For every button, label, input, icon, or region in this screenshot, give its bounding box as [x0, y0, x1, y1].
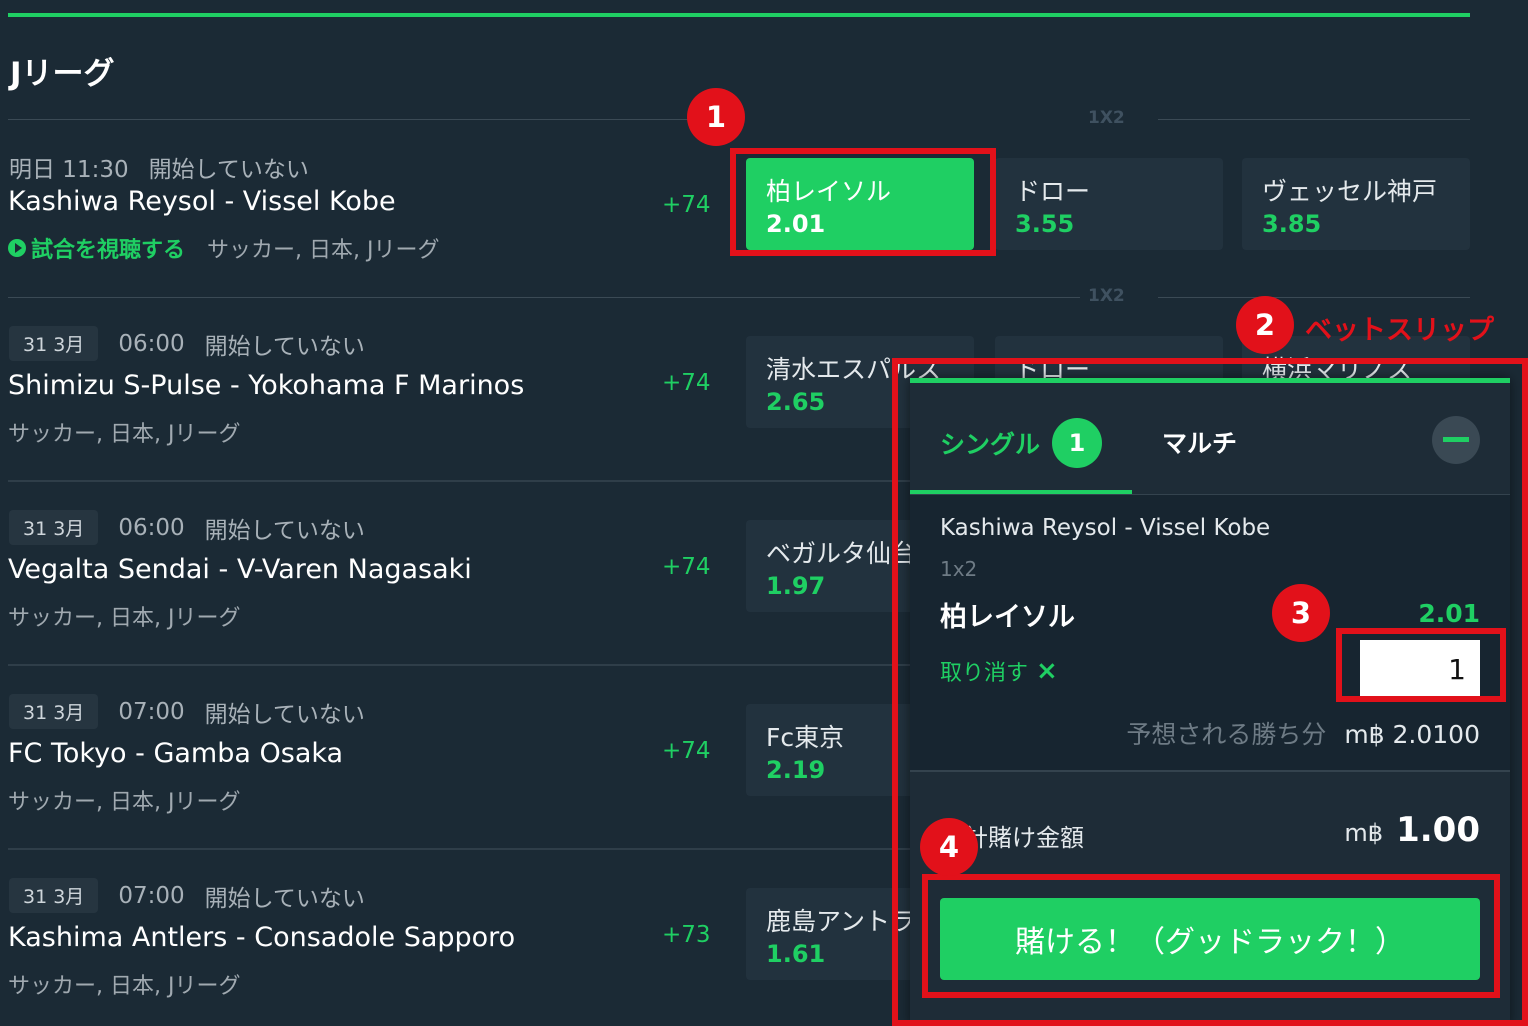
match-teams[interactable]: Kashima Antlers - Consadole Sapporo: [8, 922, 515, 953]
match-status: 開始していない: [204, 517, 365, 544]
odds-price: 3.85: [1262, 210, 1322, 238]
betslip-annotation-label: ベットスリップ: [1305, 315, 1494, 346]
odds-price: 2.01: [766, 210, 826, 238]
match-time: 06:00: [118, 330, 185, 357]
odds-button-home[interactable]: 柏レイソル 2.01: [746, 158, 974, 250]
match-date: 31 3月: [9, 326, 99, 361]
collapse-icon[interactable]: [1432, 416, 1480, 464]
match-teams[interactable]: Kashiwa Reysol - Vissel Kobe: [8, 186, 396, 217]
bet-odds: 2.01: [1418, 599, 1480, 628]
match-category: サッカー, 日本, Jリーグ: [8, 422, 241, 447]
match-time: 07:00: [118, 698, 185, 725]
match-date: 31 3月: [9, 694, 99, 729]
top-accent-line: [8, 13, 1470, 17]
match-time: 07:00: [118, 882, 185, 909]
match-date: 明日 11:30: [9, 157, 129, 183]
play-icon: [8, 239, 26, 257]
match-category: サッカー, 日本, Jリーグ: [207, 238, 440, 263]
match-category: サッカー, 日本, Jリーグ: [8, 974, 241, 999]
match-teams[interactable]: Shimizu S-Pulse - Yokohama F Marinos: [8, 370, 524, 401]
odds-name: ドロー: [1015, 177, 1091, 206]
odds-name: ヴェッセル神戸: [1262, 177, 1438, 206]
bet-item: Kashiwa Reysol - Vissel Kobe 1x2 柏レイソル 2…: [910, 495, 1510, 770]
market-label: 1X2: [1088, 108, 1125, 128]
single-count-badge: 1: [1052, 418, 1103, 468]
total-value: 1.00: [1396, 810, 1480, 850]
step-badge-4: 4: [920, 818, 978, 876]
more-markets-link[interactable]: +73: [662, 922, 711, 948]
match-date: 31 3月: [9, 510, 99, 545]
more-markets-link[interactable]: +74: [662, 554, 711, 580]
match-teams[interactable]: FC Tokyo - Gamba Osaka: [8, 738, 343, 769]
bet-market: 1x2: [940, 557, 978, 581]
stake-input[interactable]: [1360, 640, 1480, 698]
bet-selection: 柏レイソル: [940, 602, 1075, 633]
match-status: 開始していない: [148, 157, 309, 183]
total-stake: m฿ 1.00: [1344, 810, 1480, 850]
match-status: 開始していない: [204, 701, 365, 728]
match-category: サッカー, 日本, Jリーグ: [8, 606, 241, 631]
total-currency: m฿: [1344, 819, 1384, 847]
place-bet-button[interactable]: 賭ける！（グッドラック！）: [940, 898, 1480, 980]
tab-multi[interactable]: マルチ: [1162, 424, 1237, 460]
odds-button-draw[interactable]: ドロー 3.55: [995, 158, 1223, 250]
match-date: 31 3月: [9, 878, 99, 913]
odds-price: 3.55: [1015, 210, 1075, 238]
remove-bet-link[interactable]: 取り消す ×: [940, 655, 1058, 687]
watch-match-link[interactable]: 試合を視聴する: [8, 232, 185, 264]
betslip-accent-line: [910, 378, 1510, 383]
match-status: 開始していない: [204, 885, 365, 912]
match-teams[interactable]: Vegalta Sendai - V-Varen Nagasaki: [8, 554, 472, 585]
more-markets-link[interactable]: +74: [662, 738, 711, 764]
odds-button-away[interactable]: ヴェッセル神戸 3.85: [1242, 158, 1470, 250]
expected-winnings: 予想される勝ち分 m฿ 2.0100: [1126, 715, 1480, 751]
more-markets-link[interactable]: +74: [662, 192, 711, 218]
more-markets-link[interactable]: +74: [662, 370, 711, 396]
match-status: 開始していない: [204, 333, 365, 360]
league-title: Jリーグ: [10, 56, 115, 92]
tab-single-label: シングル: [940, 430, 1041, 459]
watch-label: 試合を視聴する: [31, 238, 186, 263]
tab-single[interactable]: シングル 1: [940, 418, 1103, 468]
odds-name: 柏レイソル: [766, 177, 892, 206]
bet-match: Kashiwa Reysol - Vissel Kobe: [940, 515, 1271, 541]
expected-value: m฿ 2.0100: [1344, 720, 1480, 749]
expected-label: 予想される勝ち分: [1126, 720, 1327, 749]
market-label: 1X2: [1088, 286, 1125, 306]
match-category: サッカー, 日本, Jリーグ: [8, 790, 241, 815]
remove-label: 取り消す: [940, 661, 1029, 686]
match-time: 06:00: [118, 514, 185, 541]
betslip-panel: シングル 1 マルチ Kashiwa Reysol - Vissel Kobe …: [910, 378, 1510, 1026]
step-badge-2: 2: [1236, 296, 1294, 354]
step-badge-1: 1: [687, 88, 745, 146]
close-icon: ×: [1036, 656, 1058, 686]
step-badge-3: 3: [1272, 584, 1330, 642]
body-divider: [910, 770, 1510, 772]
